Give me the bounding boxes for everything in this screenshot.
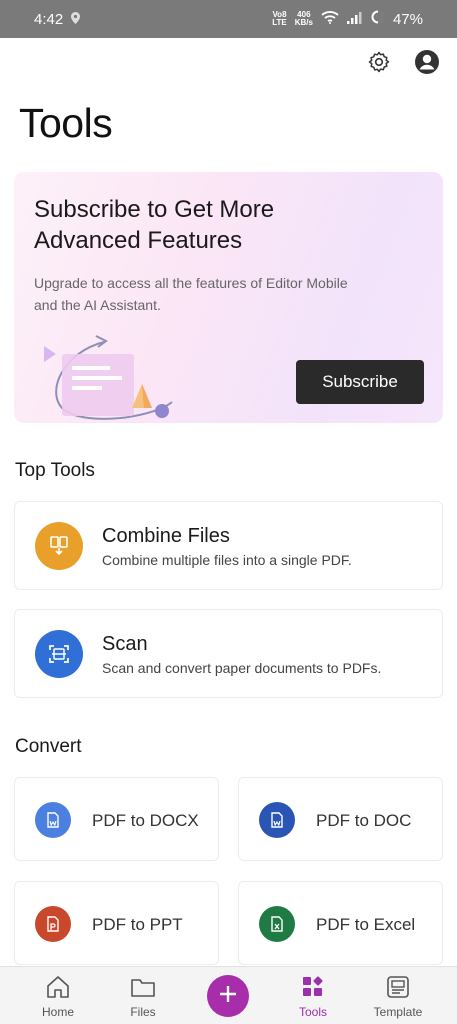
status-bar: 4:42 Vo8 LTE 406 KB/s 47% — [0, 0, 457, 38]
network-type: Vo8 LTE — [272, 10, 287, 27]
nav-label: Home — [41, 1005, 74, 1019]
nav-template[interactable]: Template — [363, 967, 433, 1024]
promo-description: Upgrade to access all the features of Ed… — [34, 275, 348, 313]
folder-icon — [130, 975, 156, 1002]
signal-icon — [346, 11, 363, 28]
scan-icon — [35, 630, 83, 678]
home-icon — [45, 975, 71, 1002]
tool-title: Combine Files — [102, 525, 230, 547]
ppt-icon — [35, 906, 71, 942]
pdf-to-docx-card[interactable]: PDF to DOCX — [14, 777, 219, 861]
page-title: Tools — [19, 100, 113, 146]
tool-description: Combine multiple files into a single PDF… — [102, 552, 352, 568]
combine-files-icon — [35, 522, 83, 570]
pdf-to-doc-card[interactable]: PDF to DOC — [238, 777, 443, 861]
nav-label: Files — [130, 1005, 156, 1019]
location-icon — [71, 11, 81, 28]
subscribe-button[interactable]: Subscribe — [296, 360, 424, 404]
template-icon — [385, 975, 411, 1002]
add-button[interactable] — [207, 975, 249, 1017]
network-speed: 406 KB/s — [294, 10, 313, 27]
gear-icon[interactable] — [365, 48, 393, 76]
nav-files[interactable]: Files — [108, 967, 178, 1024]
nav-tools[interactable]: Tools — [278, 967, 348, 1024]
promo-title: Subscribe to Get More Advanced Features — [34, 196, 275, 254]
subscribe-promo-card: Subscribe to Get More Advanced Features … — [14, 172, 443, 423]
convert-label: PDF to Excel — [316, 915, 416, 934]
battery-icon — [371, 10, 385, 28]
excel-icon — [259, 906, 295, 942]
promo-illustration-icon — [34, 332, 194, 423]
battery-level: 47% — [392, 10, 423, 28]
account-circle-icon[interactable] — [413, 48, 441, 76]
nav-label: Template — [373, 1005, 423, 1019]
tools-grid-icon — [300, 975, 326, 1002]
convert-label: PDF to PPT — [92, 915, 183, 934]
nav-home[interactable]: Home — [23, 967, 93, 1024]
doc-icon — [259, 802, 295, 838]
scan-card[interactable]: Scan Scan and convert paper documents to… — [14, 609, 443, 698]
bottom-navigation: Home Files Tools Template — [0, 966, 457, 1024]
combine-files-card[interactable]: Combine Files Combine multiple files int… — [14, 501, 443, 590]
tool-description: Scan and convert paper documents to PDFs… — [102, 660, 382, 676]
plus-icon — [217, 983, 239, 1010]
pdf-to-excel-card[interactable]: PDF to Excel — [238, 881, 443, 965]
top-tools-heading: Top Tools — [15, 460, 95, 481]
wifi-icon — [321, 10, 339, 28]
status-time: 4:42 — [34, 10, 64, 28]
convert-label: PDF to DOCX — [92, 811, 199, 830]
nav-label: Tools — [298, 1005, 327, 1019]
tool-title: Scan — [102, 633, 148, 655]
convert-heading: Convert — [15, 736, 82, 757]
docx-icon — [35, 802, 71, 838]
convert-label: PDF to DOC — [316, 811, 412, 830]
header-actions — [365, 48, 441, 76]
pdf-to-ppt-card[interactable]: PDF to PPT — [14, 881, 219, 965]
